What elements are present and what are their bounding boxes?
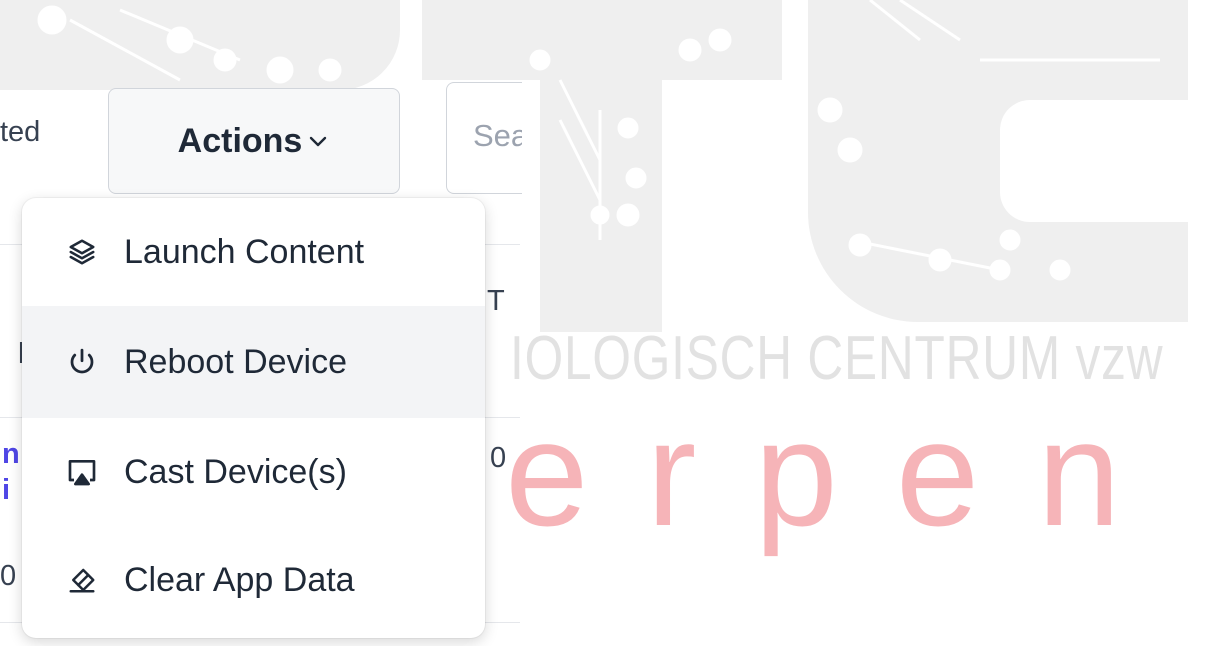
menu-item-label: Cast Device(s) <box>124 452 347 491</box>
chevron-down-icon <box>306 129 330 153</box>
layers-icon <box>64 234 100 270</box>
table-cell-fragment: 0 <box>490 442 507 474</box>
table-header-fragment: T <box>487 285 505 317</box>
actions-dropdown-menu: Launch Content Reboot Device Cast Device… <box>22 198 485 638</box>
search-field[interactable] <box>446 82 522 194</box>
watermark-subtitle: IOLOGISCH CENTRUM vzw <box>510 324 1164 393</box>
actions-button-label: Actions <box>177 121 303 160</box>
menu-item-cast-devices[interactable]: Cast Device(s) <box>22 418 485 526</box>
menu-item-clear-app-data[interactable]: Clear App Data <box>22 526 485 634</box>
search-input[interactable] <box>473 118 522 154</box>
power-icon <box>64 344 100 380</box>
table-link-fragment[interactable]: i <box>2 474 10 507</box>
menu-item-label: Launch Content <box>124 232 365 271</box>
menu-item-launch-content[interactable]: Launch Content <box>22 198 485 306</box>
table-cell-fragment: 0 <box>0 560 17 592</box>
actions-button[interactable]: Actions <box>108 88 400 194</box>
cast-icon <box>64 454 100 490</box>
eraser-icon <box>64 562 100 598</box>
watermark-brand: erpen <box>505 389 1179 557</box>
menu-item-label: Reboot Device <box>124 342 348 381</box>
filter-label-fragment: ted <box>0 116 41 148</box>
table-link-fragment[interactable]: n <box>2 438 20 471</box>
menu-item-label: Clear App Data <box>124 560 355 599</box>
menu-item-reboot-device[interactable]: Reboot Device <box>22 306 485 418</box>
